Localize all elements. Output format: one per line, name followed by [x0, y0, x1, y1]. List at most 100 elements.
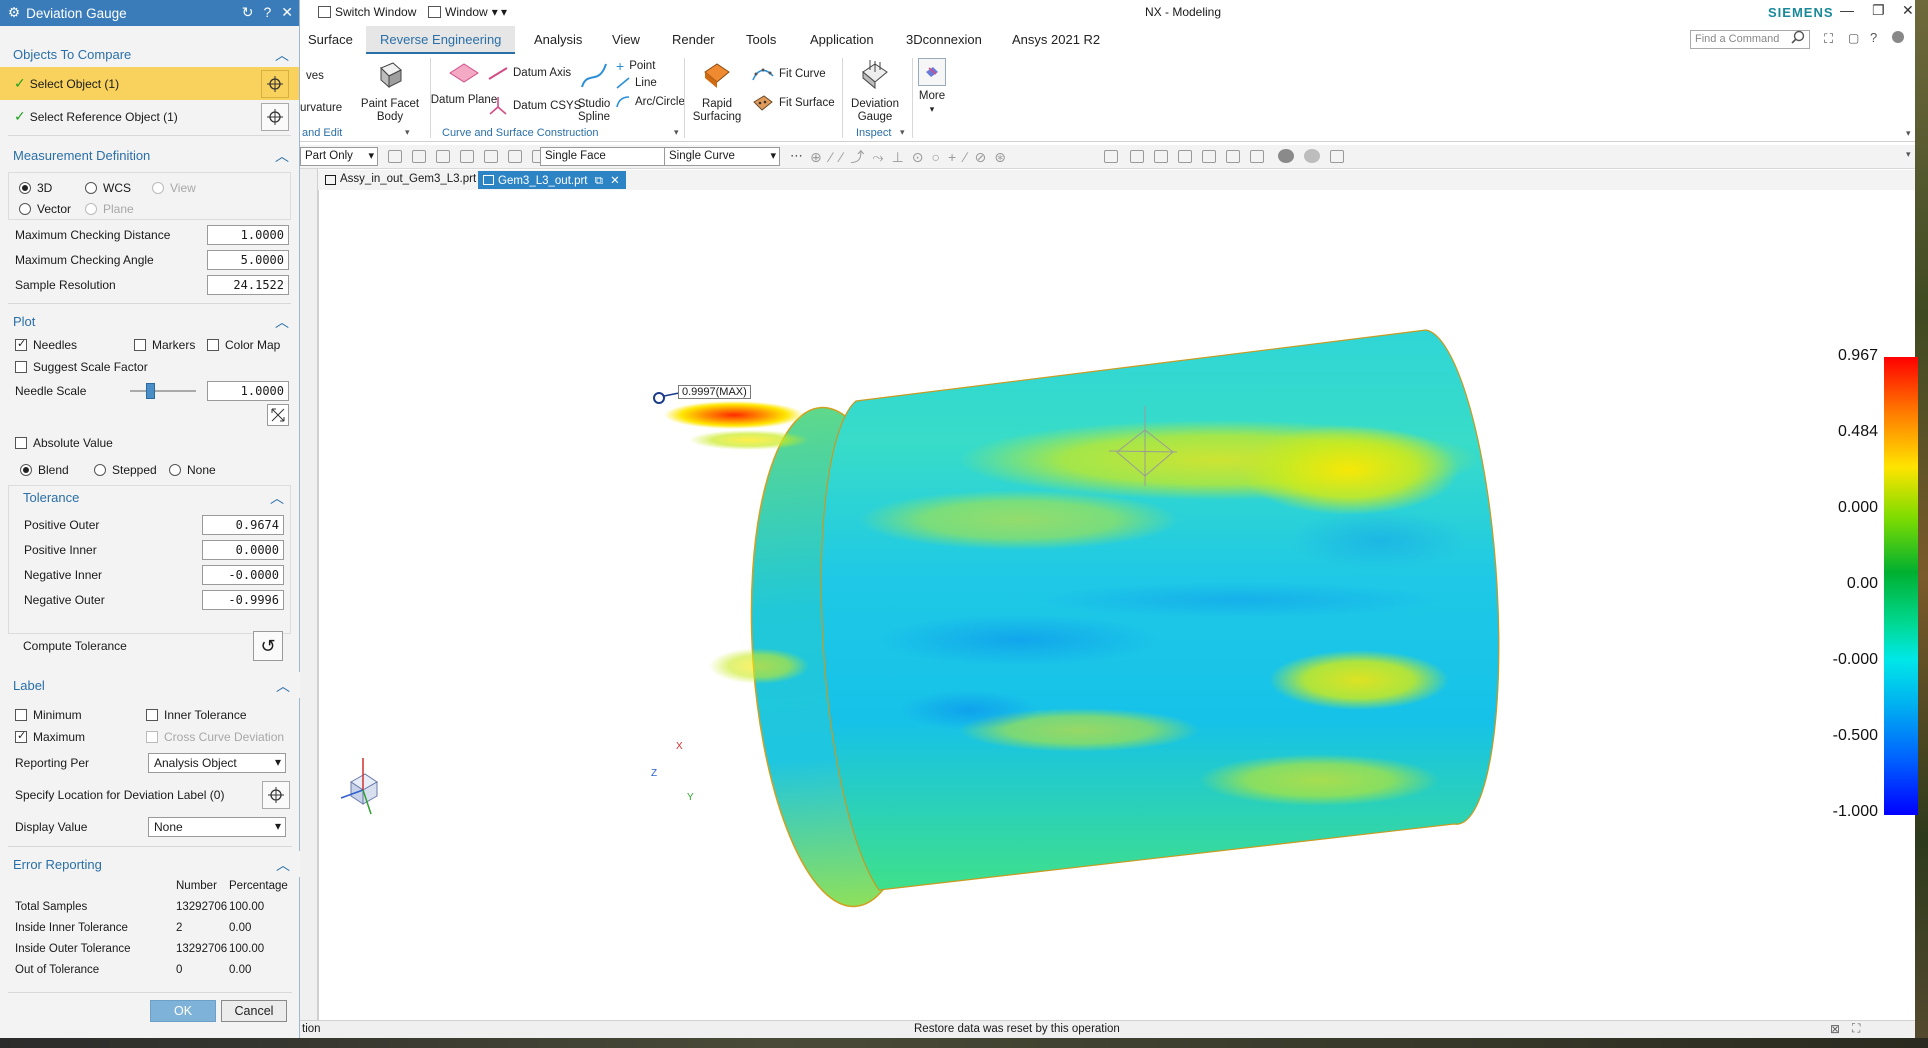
help-icon[interactable]: ?	[1870, 30, 1877, 45]
display-value-dropdown[interactable]: None	[148, 817, 286, 837]
render-style-icon[interactable]	[1178, 150, 1192, 163]
view-orient-icon[interactable]	[1104, 150, 1118, 163]
tab-ansys[interactable]: Ansys 2021 R2	[1012, 32, 1100, 47]
switch-window-button[interactable]: Switch Window	[318, 5, 416, 19]
select-reference-button[interactable]	[261, 102, 289, 131]
radio-3d[interactable]: 3D	[19, 181, 52, 195]
needle-scale-slider[interactable]	[130, 383, 196, 399]
collapse-icon[interactable]: ︿	[275, 45, 289, 65]
select-object-button[interactable]	[261, 69, 289, 98]
reporting-per-dropdown[interactable]: Analysis Object	[148, 753, 286, 773]
ribbon-options-icon[interactable]: ▾	[1906, 128, 1911, 139]
radio-wcs[interactable]: WCS	[85, 181, 131, 195]
line-button[interactable]: Line	[616, 77, 657, 89]
max-checking-distance-input[interactable]: 1.0000	[207, 225, 289, 245]
suggest-scale-row[interactable]: Suggest Scale Factor	[0, 356, 299, 378]
needle-scale-input[interactable]: 1.0000	[207, 381, 289, 401]
specify-location-button[interactable]	[262, 781, 290, 809]
tab-3dconnexion[interactable]: 3Dconnexion	[906, 32, 982, 47]
zoom-icon[interactable]	[1154, 150, 1168, 163]
fit-surface-button[interactable]: Fit Surface	[752, 94, 835, 112]
more-button[interactable]: More ▾	[914, 58, 950, 116]
snap-icon[interactable]	[388, 150, 402, 163]
minimize-button[interactable]: —	[1840, 2, 1854, 18]
section-tolerance[interactable]: Tolerance ︿	[9, 486, 290, 508]
slider-thumb[interactable]	[145, 383, 155, 399]
compute-tolerance-button[interactable]: ↺	[253, 631, 283, 661]
ribbon-partial-curves[interactable]: ves	[306, 70, 324, 82]
fullscreen-icon[interactable]: ⛶	[1852, 1021, 1860, 1036]
ribbon-partial-curvature[interactable]: urvature	[300, 102, 342, 114]
absolute-value-row[interactable]: Absolute Value	[0, 432, 299, 454]
fit-curve-button[interactable]: Fit Curve	[752, 66, 826, 82]
radio-vector[interactable]: Vector	[19, 202, 71, 216]
select-reference-row[interactable]: ✓ Select Reference Object (1)	[0, 100, 299, 133]
doc-tab-gem3[interactable]: Gem3_L3_out.prt ⧉ ✕	[478, 171, 626, 189]
section-measurement-definition[interactable]: Measurement Definition ︿	[0, 142, 299, 168]
cancel-button[interactable]: Cancel	[221, 1000, 287, 1022]
material-icon[interactable]	[1278, 149, 1294, 163]
ok-button[interactable]: OK	[150, 1000, 216, 1022]
close-window-button[interactable]: ✕	[1902, 2, 1914, 19]
section-icon[interactable]	[1226, 150, 1240, 163]
sample-resolution-input[interactable]: 24.1522	[207, 275, 289, 295]
inner-tolerance-checkbox[interactable]: Inner Tolerance	[146, 708, 247, 722]
edge-style-icon[interactable]	[1202, 150, 1216, 163]
snap-point-icons[interactable]: ⊕∕∕⤴⤳⊥⊙○+∕⊘⊛	[810, 147, 1014, 167]
max-checking-angle-input[interactable]: 5.0000	[207, 250, 289, 270]
close-icon[interactable]: ✕	[281, 4, 293, 21]
window-menu[interactable]: Window ▾ ▾	[428, 5, 507, 19]
tab-tools[interactable]: Tools	[746, 32, 776, 47]
help-icon[interactable]: ?	[263, 4, 271, 21]
paint-facet-body-button[interactable]: Paint Facet Body	[352, 60, 428, 124]
section-label[interactable]: Label ︿	[0, 672, 300, 698]
layout-icon[interactable]: ▢	[1848, 31, 1859, 45]
section-error-reporting[interactable]: Error Reporting ︿	[0, 851, 300, 877]
chevron-down-icon[interactable]: ▾	[900, 127, 905, 138]
user-icon[interactable]	[1892, 31, 1904, 43]
positive-outer-input[interactable]: 0.9674	[202, 515, 284, 535]
section-plot[interactable]: Plot ︿	[0, 308, 299, 334]
markers-checkbox[interactable]: Markers	[134, 338, 195, 352]
tab-reverse-engineering[interactable]: Reverse Engineering	[366, 26, 516, 54]
filter-icon[interactable]	[412, 150, 426, 163]
fullscreen-icon[interactable]: ⛶	[1824, 31, 1833, 47]
datum-axis-button[interactable]: Datum Axis	[488, 66, 571, 80]
negative-inner-input[interactable]: -0.0000	[202, 565, 284, 585]
radio-blend[interactable]: Blend	[20, 463, 69, 477]
collapse-icon[interactable]: ︿	[270, 488, 284, 508]
shade-icon[interactable]	[1304, 149, 1320, 163]
tab-view[interactable]: View	[612, 32, 640, 47]
scale-reset-button[interactable]	[267, 404, 289, 426]
curve-rule-dropdown[interactable]: Single Curve	[664, 147, 780, 166]
face-rule-dropdown[interactable]: Single Face	[540, 147, 682, 166]
layer-icon[interactable]	[1250, 150, 1264, 163]
tab-application[interactable]: Application	[810, 32, 874, 47]
doc-tab-assy[interactable]: Assy_in_out_Gem3_L3.prt ⧉	[320, 171, 498, 189]
section-objects-to-compare[interactable]: Objects To Compare ︿	[0, 41, 299, 67]
radio-none[interactable]: None	[169, 463, 216, 477]
reset-icon[interactable]: ↻	[242, 4, 254, 21]
needles-checkbox[interactable]: Needles	[15, 337, 77, 352]
select-object-row[interactable]: ✓ Select Object (1)	[0, 67, 299, 100]
collapse-icon[interactable]: ︿	[275, 312, 289, 332]
maximum-checkbox[interactable]: Maximum	[15, 729, 85, 744]
rapid-surfacing-button[interactable]: Rapid Surfacing	[686, 60, 748, 124]
close-tab-icon[interactable]: ✕	[610, 175, 620, 187]
toolbar-options-icon[interactable]: ▾	[1906, 149, 1911, 160]
color-map-checkbox[interactable]: Color Map	[207, 338, 280, 352]
collapse-icon[interactable]: ︿	[275, 146, 289, 166]
minimum-checkbox[interactable]: Minimum	[15, 708, 82, 722]
chevron-down-icon[interactable]: ▾	[405, 127, 410, 138]
more-options-icon[interactable]: ⋯	[790, 148, 803, 164]
arc-circle-button[interactable]: Arc/Circle	[616, 96, 685, 108]
deviation-gauge-button[interactable]: Deviation Gauge	[844, 58, 906, 124]
graphics-window[interactable]: 0.9997(MAX) X Z Y	[318, 190, 1915, 1020]
studio-spline-button[interactable]: Studio Spline	[566, 60, 622, 124]
display-options-icon[interactable]	[1330, 150, 1344, 163]
restore-button[interactable]: ❐	[1872, 2, 1885, 19]
selection-filter-dropdown[interactable]: Part Only	[300, 147, 378, 166]
select-faces-icon[interactable]	[484, 150, 498, 163]
point-button[interactable]: + Point	[616, 58, 655, 74]
select-filter-icon[interactable]	[436, 150, 450, 163]
